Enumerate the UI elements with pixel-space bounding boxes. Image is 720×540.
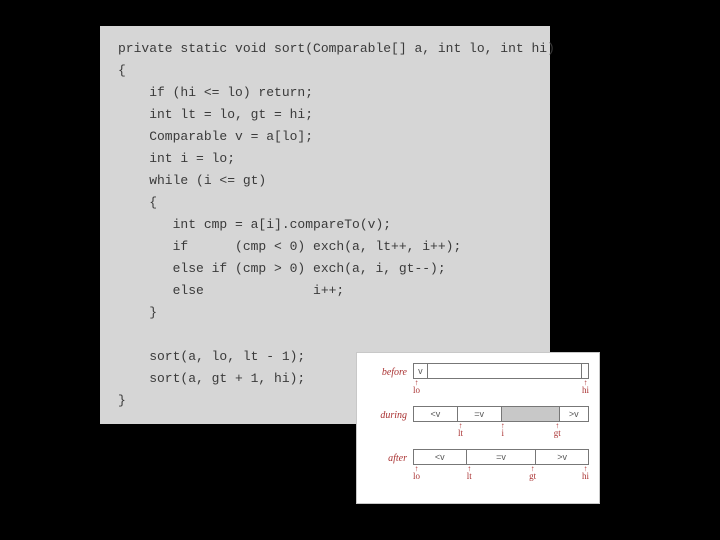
bar-segment: =v [466, 450, 536, 464]
bar-after: <v=v>v [413, 449, 589, 465]
row-body-after: <v=v>v ↑lo ↑lt ↑gt ↑hi [413, 449, 589, 486]
ticks-during: ↑lt ↑i ↑gt [413, 423, 589, 443]
row-body-before: v ↑lo ↑hi [413, 363, 589, 400]
bar-segment: =v [457, 407, 501, 421]
tick-label: i [501, 428, 504, 438]
tick-lo: ↑lo [413, 380, 420, 395]
bar-segment: <v [414, 450, 466, 464]
bar-during: <v=v >v [413, 406, 589, 422]
tick-hi: ↑hi [582, 380, 589, 395]
tick-lt: ↑lt [467, 466, 472, 481]
diagram-row-before: before v ↑lo ↑hi [367, 363, 589, 400]
tick-label: lt [458, 428, 463, 438]
bar-segment: >v [559, 407, 589, 421]
tick-label: lo [413, 471, 420, 481]
tick-lo: ↑lo [413, 466, 420, 481]
tick-label: lo [413, 385, 420, 395]
row-label-after: after [367, 449, 413, 464]
row-body-during: <v=v >v ↑lt ↑i ↑gt [413, 406, 589, 443]
diagram-row-during: during <v=v >v ↑lt ↑i ↑gt [367, 406, 589, 443]
ticks-after: ↑lo ↑lt ↑gt ↑hi [413, 466, 589, 486]
diagram-row-after: after <v=v>v ↑lo ↑lt ↑gt ↑hi [367, 449, 589, 486]
tick-gt: ↑gt [554, 423, 561, 438]
tick-label: gt [529, 471, 536, 481]
tick-label: hi [582, 471, 589, 481]
tick-gt: ↑gt [529, 466, 536, 481]
bar-segment: v [414, 364, 427, 378]
bar-segment [427, 364, 581, 378]
bar-segment [581, 364, 588, 378]
bar-segment: >v [535, 450, 588, 464]
tick-label: lt [467, 471, 472, 481]
tick-hi: ↑hi [582, 466, 589, 481]
tick-label: gt [554, 428, 561, 438]
tick-i: ↑i [501, 423, 505, 438]
diagram-panel: before v ↑lo↑hi during <v=v>v ↑lt↑i↑gt a… [356, 352, 600, 504]
ticks-before: ↑lo ↑hi [413, 380, 589, 400]
tick-lt: ↑lt [458, 423, 463, 438]
bar-segment [501, 407, 559, 421]
row-label-before: before [367, 363, 413, 378]
slide-container: private static void sort(Comparable[] a,… [100, 26, 600, 504]
row-label-during: during [367, 406, 413, 421]
bar-before: v [413, 363, 589, 379]
tick-label: hi [582, 385, 589, 395]
bar-segment: <v [414, 407, 457, 421]
